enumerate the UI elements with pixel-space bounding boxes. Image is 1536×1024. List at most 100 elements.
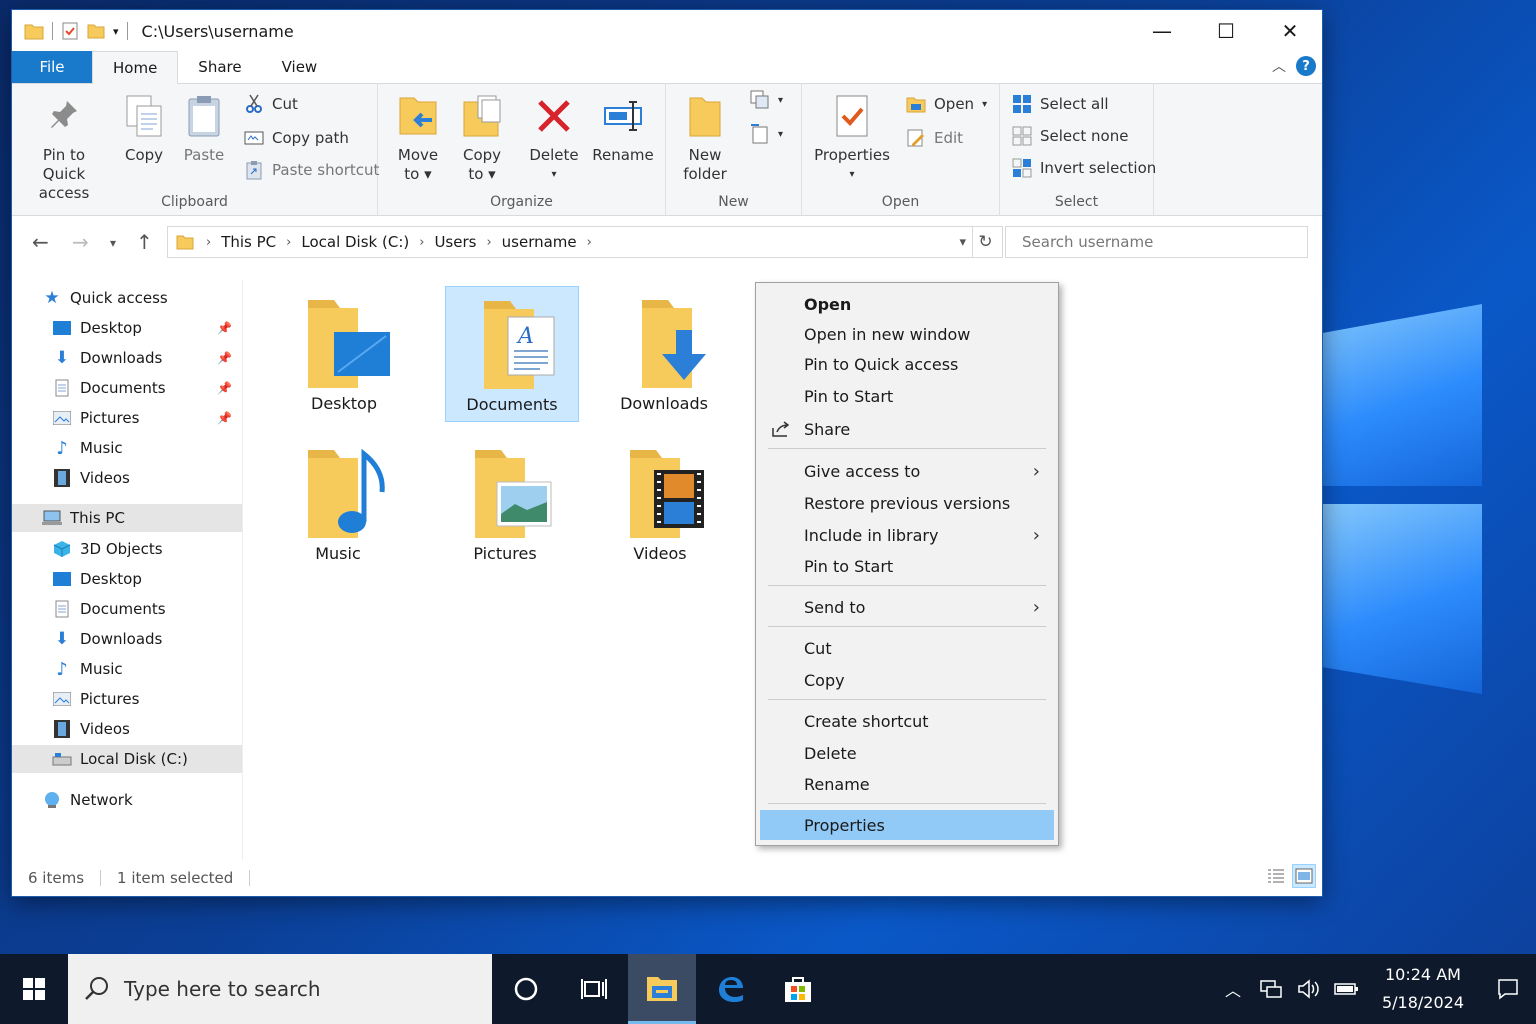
pinned-icon[interactable]: 📌 [217,321,232,335]
tab-view[interactable]: View [262,51,338,83]
taskbar-store[interactable] [764,954,832,1024]
tab-home[interactable]: Home [92,51,179,84]
open-button[interactable]: Open ▾ [906,94,987,114]
close-button[interactable]: ✕ [1258,10,1322,52]
nav-this-pc[interactable]: This PC [12,504,242,532]
folder-documents[interactable]: A Documents [445,286,579,422]
taskbar-file-explorer[interactable] [628,954,696,1024]
breadcrumb-chevron-icon[interactable]: › [286,235,291,250]
pin-to-quick-access-button[interactable]: Pin to Quick access [22,92,106,203]
recent-locations-icon[interactable]: ▾ [110,236,116,250]
select-none-button[interactable]: Select none [1012,126,1128,146]
nav-pc-downloads[interactable]: ⬇ Downloads [12,625,242,653]
edit-button[interactable]: Edit [906,128,963,148]
nav-pc-music[interactable]: ♪ Music [12,655,242,683]
volume-icon[interactable] [1290,979,1328,999]
show-hidden-icons-icon[interactable]: ︿ [1214,977,1252,1001]
action-center-icon[interactable] [1480,978,1536,1000]
easy-access-button[interactable]: ▾ [750,124,783,144]
pinned-icon[interactable]: 📌 [217,351,232,365]
back-arrow-icon[interactable]: ← [32,230,49,254]
tab-file[interactable]: File [12,51,92,83]
task-view-button[interactable] [560,954,628,1024]
menu-item-pin-to-start-2[interactable]: Pin to Start [760,551,1054,581]
nav-quick-desktop[interactable]: Desktop 📌 [12,314,242,342]
pinned-icon[interactable]: 📌 [217,381,232,395]
copy-path-button[interactable]: Copy path [244,128,349,148]
copy-button[interactable]: Copy [116,92,172,165]
clock[interactable]: 10:24 AM 5/18/2024 [1366,961,1480,1017]
menu-item-give-access[interactable]: Give access to › [760,456,1054,486]
large-icons-view-icon[interactable] [1292,864,1316,888]
menu-item-rename[interactable]: Rename [760,769,1054,799]
paste-button[interactable]: Paste [178,92,230,165]
menu-item-restore-versions[interactable]: Restore previous versions [760,488,1054,518]
nav-pc-pictures[interactable]: Pictures [12,685,242,713]
folder-videos[interactable]: Videos [593,436,727,572]
menu-item-copy[interactable]: Copy [760,665,1054,695]
nav-quick-pictures[interactable]: Pictures 📌 [12,404,242,432]
breadcrumb-chevron-icon[interactable]: › [486,235,491,250]
address-dropdown-icon[interactable]: ▾ [959,235,966,250]
folder-desktop[interactable]: Desktop [277,286,411,422]
delete-dropdown-icon[interactable]: ▾ [551,165,556,184]
taskbar-search-box[interactable]: Type here to search [68,954,492,1024]
nav-pc-local-disk[interactable]: Local Disk (C:) [12,745,242,773]
refresh-icon[interactable]: ↻ [972,227,998,257]
breadcrumb-username[interactable]: username [502,233,577,251]
folder-pictures[interactable]: Pictures [438,436,572,572]
menu-item-pin-quick-access[interactable]: Pin to Quick access [760,349,1054,379]
search-input[interactable]: Search username [1005,226,1308,258]
menu-item-properties[interactable]: Properties [760,810,1054,840]
cortana-button[interactable] [492,954,560,1024]
menu-item-open[interactable]: Open [760,289,1054,319]
breadcrumb-chevron-icon[interactable]: › [206,235,211,250]
menu-item-include-library[interactable]: Include in library › [760,520,1054,550]
new-item-button[interactable]: ▾ [750,90,783,110]
address-bar[interactable]: › This PC › Local Disk (C:) › Users › us… [167,226,1003,258]
up-arrow-icon[interactable]: ↑ [136,230,153,254]
copy-to-button[interactable]: Copy to ▾ [454,92,510,184]
invert-selection-button[interactable]: Invert selection [1012,158,1156,178]
network-tray-icon[interactable] [1252,979,1290,999]
move-to-button[interactable]: Move to ▾ [390,92,446,184]
nav-pc-documents[interactable]: Documents [12,595,242,623]
properties-button[interactable]: Properties ▾ [814,92,890,184]
nav-pc-desktop[interactable]: Desktop [12,565,242,593]
menu-item-delete[interactable]: Delete [760,738,1054,768]
folder-downloads[interactable]: Downloads [597,286,731,422]
folder-music[interactable]: Music [271,436,405,572]
forward-arrow-icon[interactable]: → [72,230,89,254]
properties-quick-icon[interactable] [61,22,79,40]
nav-pc-3d-objects[interactable]: 3D Objects [12,535,242,563]
nav-network[interactable]: Network [12,786,242,814]
details-view-icon[interactable] [1264,864,1288,888]
pinned-icon[interactable]: 📌 [217,411,232,425]
tab-share[interactable]: Share [178,51,261,83]
select-all-button[interactable]: Select all [1012,94,1109,114]
battery-icon[interactable] [1328,981,1366,997]
customize-quick-access-icon[interactable]: ▾ [113,25,119,38]
menu-item-share[interactable]: Share [760,414,1054,444]
maximize-button[interactable]: ☐ [1194,10,1258,52]
menu-item-create-shortcut[interactable]: Create shortcut [760,706,1054,736]
menu-item-cut[interactable]: Cut [760,633,1054,663]
help-icon[interactable]: ? [1296,56,1316,76]
breadcrumb-users[interactable]: Users [434,233,476,251]
rename-button[interactable]: Rename [590,92,656,165]
properties-dropdown-icon[interactable]: ▾ [849,165,854,184]
delete-button[interactable]: Delete ▾ [524,92,584,184]
start-button[interactable] [0,954,68,1024]
paste-shortcut-button[interactable]: Paste shortcut [244,160,379,180]
nav-quick-downloads[interactable]: ⬇ Downloads 📌 [12,344,242,372]
menu-item-send-to[interactable]: Send to › [760,592,1054,622]
breadcrumb-chevron-icon[interactable]: › [587,235,592,250]
nav-quick-access[interactable]: ★ Quick access [12,284,242,312]
nav-pc-videos[interactable]: Videos [12,715,242,743]
nav-quick-documents[interactable]: Documents 📌 [12,374,242,402]
new-folder-button[interactable]: New folder [680,92,730,184]
taskbar-edge[interactable] [696,954,764,1024]
minimize-button[interactable]: — [1130,10,1194,52]
cut-button[interactable]: Cut [244,94,298,114]
breadcrumb-this-pc[interactable]: This PC [221,233,276,251]
